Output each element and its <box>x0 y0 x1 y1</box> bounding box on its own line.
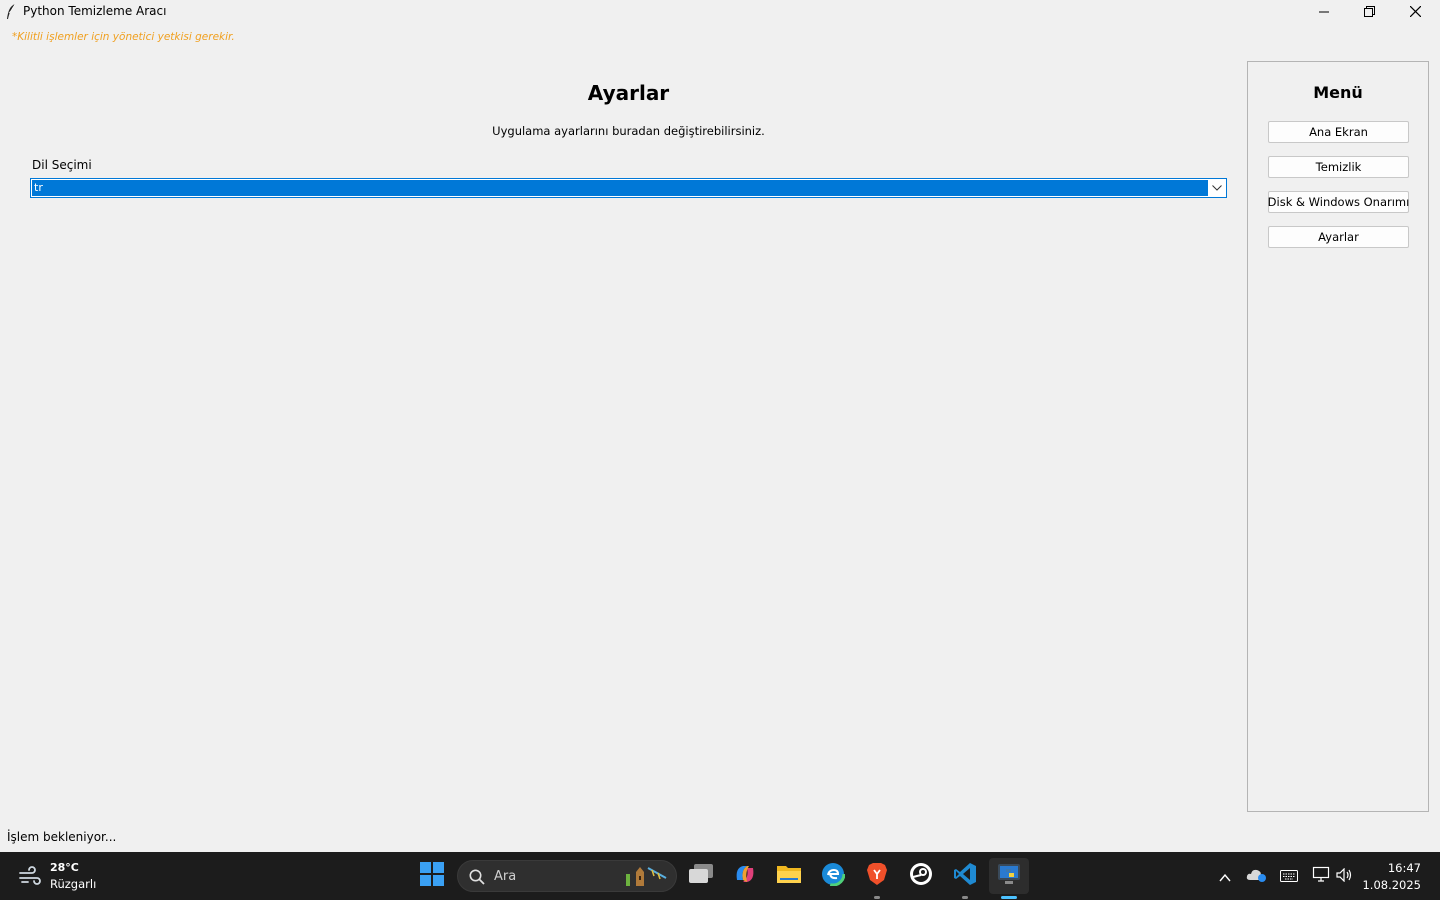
copilot-button[interactable] <box>725 858 765 894</box>
steam-button[interactable] <box>901 858 941 894</box>
window-title: Python Temizleme Aracı <box>23 4 167 18</box>
language-select-value: tr <box>32 180 1208 196</box>
menu-button-disk-repair[interactable]: Disk & Windows Onarımı <box>1268 191 1409 213</box>
onedrive-tray[interactable] <box>1246 866 1268 886</box>
language-label: Dil Seçimi <box>32 158 92 172</box>
weather-temperature: 28°C <box>50 861 79 874</box>
edge-button[interactable] <box>813 858 853 894</box>
speaker-icon <box>1336 867 1354 886</box>
menu-button-settings[interactable]: Ayarlar <box>1268 226 1409 248</box>
running-indicator <box>874 896 880 899</box>
running-indicator <box>962 896 968 899</box>
menu-button-cleanup[interactable]: Temizlik <box>1268 156 1409 178</box>
clock-date: 1.08.2025 <box>1362 878 1421 892</box>
vscode-icon <box>953 862 977 890</box>
python-app-button[interactable] <box>989 858 1029 894</box>
status-text: İşlem bekleniyor... <box>7 830 117 844</box>
file-explorer-icon <box>776 863 802 889</box>
page-title: Ayarlar <box>587 81 670 105</box>
edge-icon <box>820 861 846 890</box>
taskbar-search[interactable]: Ara <box>457 860 677 892</box>
taskbar: 28°C Rüzgarlı Ara 16:47 1.08.2025 <box>0 852 1440 900</box>
python-icon <box>997 863 1021 889</box>
brave-button[interactable] <box>857 858 897 894</box>
page-subtitle: Uygulama ayarlarını buradan değiştirebil… <box>492 124 765 138</box>
title-bar[interactable]: Python Temizleme Aracı <box>0 0 1440 23</box>
cloud-icon <box>1246 866 1268 886</box>
keyboard-icon <box>1280 867 1298 886</box>
start-button[interactable] <box>412 858 452 894</box>
close-icon <box>1409 6 1421 17</box>
wind-icon <box>18 866 42 890</box>
feather-icon <box>5 3 17 20</box>
weather-description: Rüzgarlı <box>50 877 97 891</box>
chevron-down-icon[interactable] <box>1208 179 1226 197</box>
search-icon <box>469 869 485 889</box>
brave-icon <box>866 862 888 890</box>
network-icon <box>1312 866 1330 886</box>
file-explorer-button[interactable] <box>769 858 809 894</box>
restore-icon <box>1363 6 1375 17</box>
start-icon <box>420 862 444 890</box>
close-button[interactable] <box>1392 0 1438 23</box>
active-indicator <box>1001 896 1017 899</box>
keyboard-tray[interactable] <box>1278 866 1300 886</box>
minimize-icon <box>1319 7 1329 17</box>
menu-button-home[interactable]: Ana Ekran <box>1268 121 1409 143</box>
vscode-button[interactable] <box>945 858 985 894</box>
side-menu: Menü Ana Ekran Temizlik Disk & Windows O… <box>1247 61 1429 812</box>
language-select[interactable]: tr <box>30 178 1227 198</box>
chevron-up-icon <box>1219 867 1231 886</box>
copilot-icon <box>733 862 757 890</box>
show-hidden-icons-button[interactable] <box>1214 866 1236 886</box>
menu-title: Menü <box>1313 83 1363 102</box>
minimize-button[interactable] <box>1301 0 1347 23</box>
restore-button[interactable] <box>1346 0 1392 23</box>
search-placeholder: Ara <box>494 869 517 884</box>
task-view-button[interactable] <box>681 858 721 894</box>
network-tray[interactable] <box>1310 866 1332 886</box>
search-highlight-icon <box>622 864 670 892</box>
volume-tray[interactable] <box>1334 866 1356 886</box>
admin-warning: *Kilitli işlemler için yönetici yetkisi … <box>12 31 235 43</box>
task-view-icon <box>688 863 714 889</box>
steam-icon <box>909 862 933 890</box>
clock-time: 16:47 <box>1387 861 1421 875</box>
